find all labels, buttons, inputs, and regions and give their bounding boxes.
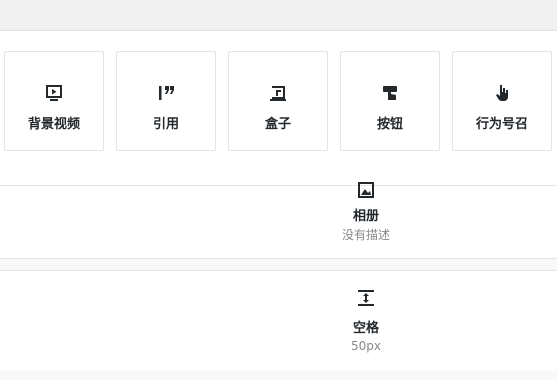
list-item-title: 相册 [352, 209, 379, 224]
block-label: 背景视频 [27, 117, 80, 132]
block-label: 盒子 [264, 117, 291, 132]
block-label: 引用 [152, 117, 179, 132]
block-quote[interactable]: 引用 [116, 51, 216, 151]
block-button[interactable]: 按钮 [340, 51, 440, 151]
block-bg-video[interactable]: 背景视频 [4, 51, 104, 151]
block-call-to-action[interactable]: 行为号召 [452, 51, 552, 151]
block-label: 行为号召 [475, 117, 528, 132]
hand-pointer-icon [496, 85, 508, 101]
list-item-description: 没有描述 [341, 228, 390, 242]
block-inserter-panel: 背景视频 引用 盒子 按钮 行为号召 [0, 31, 557, 186]
list-item-title: 空格 [352, 321, 379, 336]
list-item-spacer[interactable]: 空格 50px [0, 270, 557, 372]
box-icon [270, 86, 286, 101]
bottom-spacer [0, 371, 557, 380]
button-icon [383, 86, 397, 100]
row-separator [0, 259, 557, 270]
top-toolbar-strip [0, 0, 557, 31]
video-screen-icon [46, 85, 62, 101]
quote-icon [159, 86, 174, 100]
block-box[interactable]: 盒子 [228, 51, 328, 151]
gallery-icon [358, 182, 374, 198]
spacer-icon [358, 290, 374, 306]
block-label: 按钮 [376, 117, 403, 132]
list-item-gallery[interactable]: 相册 没有描述 [0, 182, 557, 259]
list-item-description: 50px [351, 339, 381, 353]
